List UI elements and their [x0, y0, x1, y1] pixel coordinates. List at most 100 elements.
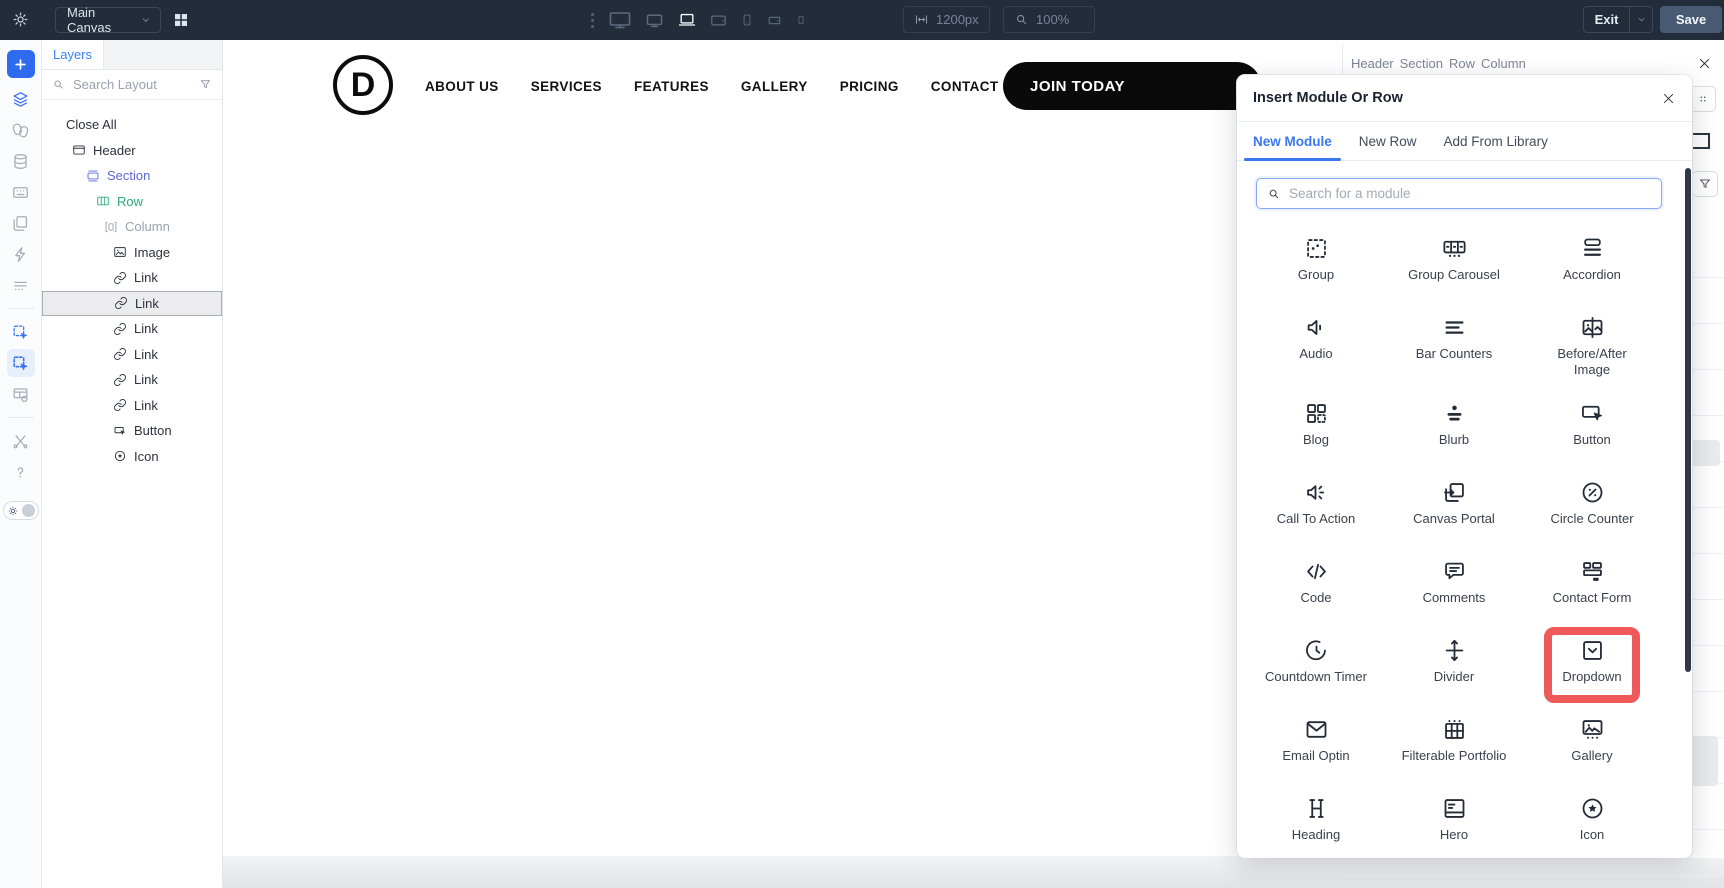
- layer-link[interactable]: Link: [42, 367, 222, 393]
- breadcrumb-item[interactable]: Column: [1481, 56, 1526, 71]
- breadcrumb-item[interactable]: Section: [1400, 56, 1443, 71]
- select-module-button[interactable]: [7, 318, 35, 346]
- nav-link[interactable]: FEATURES: [634, 79, 709, 94]
- bar-counters-icon: [1441, 314, 1468, 341]
- save-button[interactable]: Save: [1660, 6, 1722, 33]
- module-accordion[interactable]: Accordion: [1523, 213, 1661, 292]
- tab-new-module[interactable]: New Module: [1244, 122, 1341, 161]
- module-hero[interactable]: Hero: [1385, 773, 1523, 852]
- toolbar-drag-handle[interactable]: [591, 13, 594, 28]
- layer-link[interactable]: Link: [42, 393, 222, 419]
- chevron-down-icon: [140, 14, 152, 26]
- layer-column[interactable]: Column: [42, 214, 222, 240]
- grid-view-icon[interactable]: [172, 11, 190, 29]
- layer-icon[interactable]: Icon: [42, 444, 222, 470]
- canvas-select[interactable]: Main Canvas: [55, 5, 161, 35]
- module-before-after-image[interactable]: Before/After Image: [1523, 292, 1661, 378]
- breadcrumb-item[interactable]: Row: [1449, 56, 1475, 71]
- layer-link[interactable]: Link: [42, 265, 222, 291]
- settings-close-icon[interactable]: [1697, 56, 1712, 71]
- tab-new-row[interactable]: New Row: [1359, 122, 1417, 160]
- tablet-landscape-icon[interactable]: [709, 11, 728, 30]
- module-comments[interactable]: Comments: [1385, 536, 1523, 615]
- layer-link[interactable]: Link: [42, 342, 222, 368]
- layer-item-label: Link: [134, 270, 158, 286]
- keyboard-shortcuts-button[interactable]: [7, 178, 35, 206]
- funnel-icon[interactable]: [199, 78, 212, 91]
- layer-image[interactable]: Image: [42, 240, 222, 266]
- site-logo[interactable]: D: [333, 55, 393, 115]
- tab-layers[interactable]: Layers: [42, 40, 104, 69]
- exit-options-caret[interactable]: [1629, 7, 1652, 32]
- module-bar-counters[interactable]: Bar Counters: [1385, 292, 1523, 378]
- hero-icon: [1441, 795, 1468, 822]
- module-heading[interactable]: Heading: [1247, 773, 1385, 852]
- group-icon: [1303, 235, 1330, 262]
- module-email-optin[interactable]: Email Optin: [1247, 694, 1385, 773]
- nav-link[interactable]: SERVICES: [531, 79, 602, 94]
- module-canvas-portal[interactable]: Canvas Portal: [1385, 457, 1523, 536]
- layer-section[interactable]: Section: [42, 163, 222, 189]
- nav-link[interactable]: PRICING: [840, 79, 899, 94]
- module-blurb[interactable]: Blurb: [1385, 378, 1523, 457]
- modal-scrollbar[interactable]: [1685, 168, 1691, 672]
- module-countdown-timer[interactable]: Countdown Timer: [1247, 615, 1385, 694]
- desktop-large-icon[interactable]: [608, 8, 632, 32]
- module-filterable-portfolio[interactable]: Filterable Portfolio: [1385, 694, 1523, 773]
- module-button[interactable]: Button: [1523, 378, 1661, 457]
- quick-actions-button[interactable]: [7, 240, 35, 268]
- module-call-to-action[interactable]: Call To Action: [1247, 457, 1385, 536]
- module-code[interactable]: Code: [1247, 536, 1385, 615]
- exit-button[interactable]: Exit: [1583, 6, 1653, 33]
- module-divider[interactable]: Divider: [1385, 615, 1523, 694]
- laptop-icon[interactable]: [677, 10, 697, 30]
- layer-header[interactable]: Header: [42, 138, 222, 164]
- help-button[interactable]: [7, 458, 35, 486]
- add-button[interactable]: [6, 50, 35, 78]
- filter-button[interactable]: [1692, 171, 1718, 197]
- tools-button[interactable]: [7, 427, 35, 455]
- select-module-icon: [11, 323, 30, 342]
- module-group[interactable]: Group: [1247, 213, 1385, 292]
- layout-settings-button[interactable]: [7, 380, 35, 408]
- layout-settings-icon: [11, 385, 30, 404]
- layers-search-input[interactable]: [73, 77, 191, 92]
- audio-icon: [1303, 314, 1330, 341]
- desktop-icon[interactable]: [644, 10, 665, 31]
- module-circle-counter[interactable]: Circle Counter: [1523, 457, 1661, 536]
- join-today-button[interactable]: JOIN TODAY: [1003, 62, 1261, 110]
- layer-link[interactable]: Link: [42, 316, 222, 342]
- layer-link-selected[interactable]: Link: [42, 290, 222, 316]
- builder-mode-toggle[interactable]: [2, 501, 39, 520]
- module-audio[interactable]: Audio: [1247, 292, 1385, 378]
- module-search-input[interactable]: [1289, 186, 1651, 201]
- tab-add-from-library[interactable]: Add From Library: [1444, 122, 1548, 160]
- module-group-carousel[interactable]: Group Carousel: [1385, 213, 1523, 292]
- nav-link[interactable]: CONTACT: [931, 79, 999, 94]
- layer-button[interactable]: Button: [42, 418, 222, 444]
- close-all-button[interactable]: Close All: [42, 112, 222, 138]
- panel-position-button[interactable]: [1690, 86, 1716, 112]
- phone-portrait-icon[interactable]: [740, 13, 754, 27]
- layer-row[interactable]: Row: [42, 189, 222, 215]
- module-icon[interactable]: Icon: [1523, 773, 1661, 852]
- select-row-button[interactable]: [6, 349, 35, 377]
- gear-icon[interactable]: [11, 10, 30, 29]
- canvas-width-control[interactable]: 1200px: [903, 6, 990, 33]
- modal-close-icon[interactable]: [1661, 91, 1676, 106]
- zoom-control[interactable]: 100%: [1003, 6, 1095, 33]
- layers-button[interactable]: [7, 85, 35, 113]
- database-button[interactable]: [7, 147, 35, 175]
- list-view-button[interactable]: [7, 271, 35, 299]
- nav-link[interactable]: ABOUT US: [425, 79, 499, 94]
- module-contact-form[interactable]: Contact Form: [1523, 536, 1661, 615]
- pages-button[interactable]: [7, 209, 35, 237]
- phone-small-icon[interactable]: [795, 14, 807, 26]
- module-dropdown[interactable]: Dropdown: [1523, 615, 1661, 694]
- breadcrumb-item[interactable]: Header: [1351, 56, 1394, 71]
- phone-landscape-icon[interactable]: [766, 12, 783, 29]
- module-blog[interactable]: Blog: [1247, 378, 1385, 457]
- design-presets-button[interactable]: [7, 116, 35, 144]
- module-gallery[interactable]: Gallery: [1523, 694, 1661, 773]
- nav-link[interactable]: GALLERY: [741, 79, 808, 94]
